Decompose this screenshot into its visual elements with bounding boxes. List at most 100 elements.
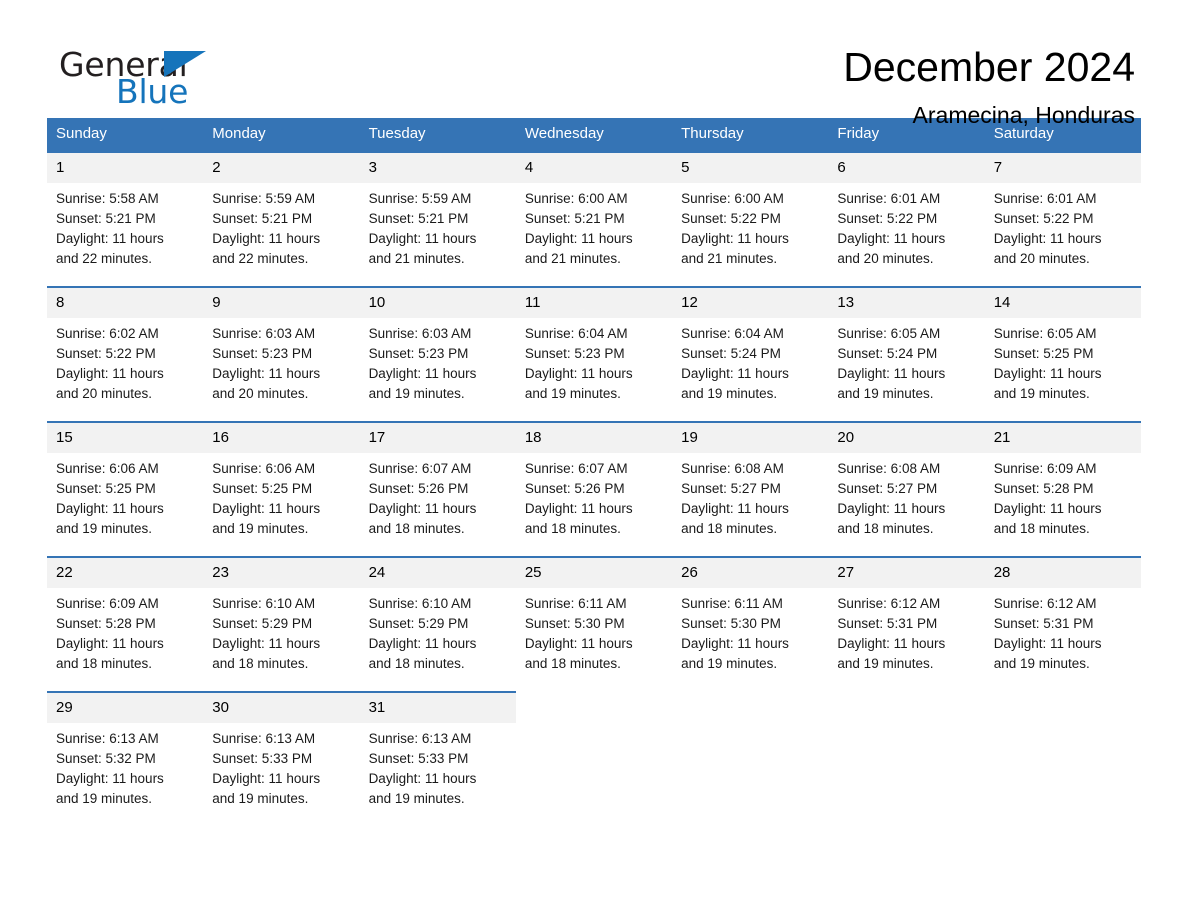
day-cell[interactable]: 27 Sunrise: 6:12 AM Sunset: 5:31 PM Dayligh… bbox=[828, 556, 985, 691]
day-number bbox=[984, 693, 1141, 705]
day-number: 20 bbox=[828, 423, 985, 453]
day-cell[interactable]: 22 Sunrise: 6:09 AM Sunset: 5:28 PM Dayligh… bbox=[47, 556, 204, 691]
day-cell[interactable]: 23 Sunrise: 6:10 AM Sunset: 5:29 PM Dayligh… bbox=[203, 556, 360, 691]
day-number: 29 bbox=[47, 693, 204, 723]
day-cell[interactable]: 31 Sunrise: 6:13 AM Sunset: 5:33 PM Dayligh… bbox=[359, 691, 516, 826]
day-cell[interactable]: 11 Sunrise: 6:04 AM Sunset: 5:23 PM Dayligh… bbox=[515, 286, 673, 421]
sunset-time: Sunset: 5:21 PM bbox=[56, 211, 156, 226]
calendar-cell: 13 Sunrise: 6:05 AM Sunset: 5:24 PM Dayligh… bbox=[828, 286, 985, 421]
weekday-header-monday: Monday bbox=[203, 118, 360, 151]
day-cell[interactable]: 26 Sunrise: 6:11 AM Sunset: 5:30 PM Dayligh… bbox=[672, 556, 829, 691]
daylight-duration-line1: Daylight: 11 hours bbox=[368, 771, 477, 786]
day-number: 10 bbox=[359, 288, 516, 318]
calendar-cell: 17 Sunrise: 6:07 AM Sunset: 5:26 PM Dayligh… bbox=[359, 421, 516, 556]
calendar-cell: 4 Sunrise: 6:00 AM Sunset: 5:21 PM Daylight… bbox=[515, 151, 673, 286]
calendar-cell: 21 Sunrise: 6:09 AM Sunset: 5:28 PM Dayligh… bbox=[984, 421, 1141, 556]
daylight-duration-line2: and 19 minutes. bbox=[837, 656, 934, 671]
daylight-duration-line2: and 18 minutes. bbox=[56, 656, 153, 671]
daylight-duration-line1: Daylight: 11 hours bbox=[681, 366, 789, 381]
sunset-time: Sunset: 5:24 PM bbox=[837, 346, 938, 361]
calendar-cell: 31 Sunrise: 6:13 AM Sunset: 5:33 PM Dayligh… bbox=[359, 691, 516, 826]
day-number: 14 bbox=[984, 288, 1141, 318]
daylight-duration-line1: Daylight: 11 hours bbox=[212, 501, 321, 516]
calendar-page: General Blue December 2024 Aramecina, Ho… bbox=[0, 0, 1188, 918]
day-cell[interactable]: 16 Sunrise: 6:06 AM Sunset: 5:25 PM Dayligh… bbox=[203, 421, 360, 556]
day-details: Sunrise: 6:08 AM Sunset: 5:27 PM Daylight:… bbox=[828, 453, 984, 539]
generalblue-logo[interactable]: General Blue bbox=[59, 45, 319, 117]
day-cell[interactable]: 7 Sunrise: 6:01 AM Sunset: 5:22 PM Daylight… bbox=[984, 151, 1141, 286]
day-cell[interactable]: 20 Sunrise: 6:08 AM Sunset: 5:27 PM Dayligh… bbox=[828, 421, 985, 556]
calendar-cell: 24 Sunrise: 6:10 AM Sunset: 5:29 PM Dayligh… bbox=[359, 556, 516, 691]
daylight-duration-line2: and 22 minutes. bbox=[56, 251, 153, 266]
day-cell[interactable]: 17 Sunrise: 6:07 AM Sunset: 5:26 PM Dayligh… bbox=[359, 421, 516, 556]
sunrise-time: Sunrise: 6:10 AM bbox=[212, 596, 316, 611]
daylight-duration-line2: and 19 minutes. bbox=[368, 791, 465, 806]
day-number: 3 bbox=[359, 153, 516, 183]
day-number: 1 bbox=[47, 153, 204, 183]
sunrise-time: Sunrise: 6:06 AM bbox=[56, 461, 159, 476]
day-cell[interactable]: 12 Sunrise: 6:04 AM Sunset: 5:24 PM Dayligh… bbox=[672, 286, 829, 421]
calendar-cell: 28 Sunrise: 6:12 AM Sunset: 5:31 PM Dayligh… bbox=[984, 556, 1141, 691]
day-number: 9 bbox=[203, 288, 360, 318]
day-cell[interactable]: 19 Sunrise: 6:08 AM Sunset: 5:27 PM Dayligh… bbox=[672, 421, 829, 556]
day-cell[interactable]: 8 Sunrise: 6:02 AM Sunset: 5:22 PM Daylight… bbox=[47, 286, 204, 421]
day-details: Sunrise: 6:08 AM Sunset: 5:27 PM Daylight:… bbox=[672, 453, 828, 539]
day-cell[interactable]: 29 Sunrise: 6:13 AM Sunset: 5:32 PM Dayligh… bbox=[47, 691, 204, 826]
day-cell[interactable]: 13 Sunrise: 6:05 AM Sunset: 5:24 PM Dayligh… bbox=[828, 286, 985, 421]
title-block: December 2024 Aramecina, Honduras bbox=[843, 42, 1135, 129]
weekday-header-tuesday: Tuesday bbox=[359, 118, 516, 151]
day-details: Sunrise: 6:07 AM Sunset: 5:26 PM Daylight:… bbox=[516, 453, 672, 539]
sunset-time: Sunset: 5:29 PM bbox=[368, 616, 469, 631]
day-cell[interactable]: 2 Sunrise: 5:59 AM Sunset: 5:21 PM Daylight… bbox=[203, 151, 360, 286]
day-cell[interactable]: 28 Sunrise: 6:12 AM Sunset: 5:31 PM Dayligh… bbox=[984, 556, 1141, 691]
day-cell[interactable]: 15 Sunrise: 6:06 AM Sunset: 5:25 PM Dayligh… bbox=[47, 421, 204, 556]
calendar-cell: 11 Sunrise: 6:04 AM Sunset: 5:23 PM Dayligh… bbox=[515, 286, 673, 421]
day-cell[interactable]: 18 Sunrise: 6:07 AM Sunset: 5:26 PM Dayligh… bbox=[515, 421, 673, 556]
day-cell[interactable]: 1 Sunrise: 5:58 AM Sunset: 5:21 PM Daylight… bbox=[47, 151, 204, 286]
sunset-time: Sunset: 5:30 PM bbox=[681, 616, 781, 631]
calendar-cell: 26 Sunrise: 6:11 AM Sunset: 5:30 PM Dayligh… bbox=[672, 556, 829, 691]
sunset-time: Sunset: 5:25 PM bbox=[56, 481, 156, 496]
day-number: 4 bbox=[515, 153, 673, 183]
calendar-cell: 15 Sunrise: 6:06 AM Sunset: 5:25 PM Dayligh… bbox=[47, 421, 204, 556]
day-cell-empty bbox=[672, 691, 829, 826]
day-cell[interactable]: 9 Sunrise: 6:03 AM Sunset: 5:23 PM Daylight… bbox=[203, 286, 360, 421]
calendar-cell: 12 Sunrise: 6:04 AM Sunset: 5:24 PM Dayligh… bbox=[672, 286, 829, 421]
sunrise-time: Sunrise: 6:00 AM bbox=[681, 191, 784, 206]
calendar-cell: 3 Sunrise: 5:59 AM Sunset: 5:21 PM Daylight… bbox=[359, 151, 516, 286]
calendar-cell: 23 Sunrise: 6:10 AM Sunset: 5:29 PM Dayligh… bbox=[203, 556, 360, 691]
sunset-time: Sunset: 5:27 PM bbox=[681, 481, 781, 496]
calendar-cell: 2 Sunrise: 5:59 AM Sunset: 5:21 PM Daylight… bbox=[203, 151, 360, 286]
daylight-duration-line2: and 19 minutes. bbox=[212, 791, 309, 806]
day-cell[interactable]: 21 Sunrise: 6:09 AM Sunset: 5:28 PM Dayligh… bbox=[984, 421, 1141, 556]
day-details: Sunrise: 6:13 AM Sunset: 5:33 PM Daylight:… bbox=[203, 723, 359, 809]
day-number: 17 bbox=[359, 423, 516, 453]
day-cell[interactable]: 4 Sunrise: 6:00 AM Sunset: 5:21 PM Daylight… bbox=[515, 151, 673, 286]
sunrise-time: Sunrise: 6:07 AM bbox=[524, 461, 628, 476]
weekday-header-thursday: Thursday bbox=[672, 118, 829, 151]
sunrise-sunset-calendar: Sunday Monday Tuesday Wednesday Thursday… bbox=[47, 118, 1141, 826]
day-cell[interactable]: 10 Sunrise: 6:03 AM Sunset: 5:23 PM Dayligh… bbox=[359, 286, 516, 421]
day-details: Sunrise: 6:10 AM Sunset: 5:29 PM Daylight:… bbox=[360, 588, 516, 674]
daylight-duration-line1: Daylight: 11 hours bbox=[56, 366, 164, 381]
day-cell[interactable]: 5 Sunrise: 6:00 AM Sunset: 5:22 PM Daylight… bbox=[672, 151, 829, 286]
day-number: 19 bbox=[672, 423, 829, 453]
day-details: Sunrise: 6:05 AM Sunset: 5:25 PM Daylight:… bbox=[985, 318, 1141, 404]
day-cell[interactable]: 25 Sunrise: 6:11 AM Sunset: 5:30 PM Dayligh… bbox=[515, 556, 673, 691]
daylight-duration-line2: and 18 minutes. bbox=[368, 656, 465, 671]
day-details: Sunrise: 6:00 AM Sunset: 5:22 PM Daylight:… bbox=[672, 183, 828, 269]
day-number: 11 bbox=[515, 288, 673, 318]
daylight-duration-line2: and 18 minutes. bbox=[368, 521, 465, 536]
day-cell[interactable]: 3 Sunrise: 5:59 AM Sunset: 5:21 PM Daylight… bbox=[359, 151, 516, 286]
day-number: 21 bbox=[984, 423, 1141, 453]
calendar-cell: 1 Sunrise: 5:58 AM Sunset: 5:21 PM Daylight… bbox=[47, 151, 204, 286]
day-number: 31 bbox=[359, 693, 516, 723]
day-cell[interactable]: 6 Sunrise: 6:01 AM Sunset: 5:22 PM Daylight… bbox=[828, 151, 985, 286]
sunrise-time: Sunrise: 6:01 AM bbox=[993, 191, 1097, 206]
day-cell[interactable]: 14 Sunrise: 6:05 AM Sunset: 5:25 PM Dayligh… bbox=[984, 286, 1141, 421]
daylight-duration-line2: and 19 minutes. bbox=[368, 386, 465, 401]
day-cell[interactable]: 24 Sunrise: 6:10 AM Sunset: 5:29 PM Dayligh… bbox=[359, 556, 516, 691]
day-cell[interactable]: 30 Sunrise: 6:13 AM Sunset: 5:33 PM Dayligh… bbox=[203, 691, 360, 826]
day-number: 16 bbox=[203, 423, 360, 453]
day-details: Sunrise: 5:59 AM Sunset: 5:21 PM Daylight:… bbox=[360, 183, 516, 269]
